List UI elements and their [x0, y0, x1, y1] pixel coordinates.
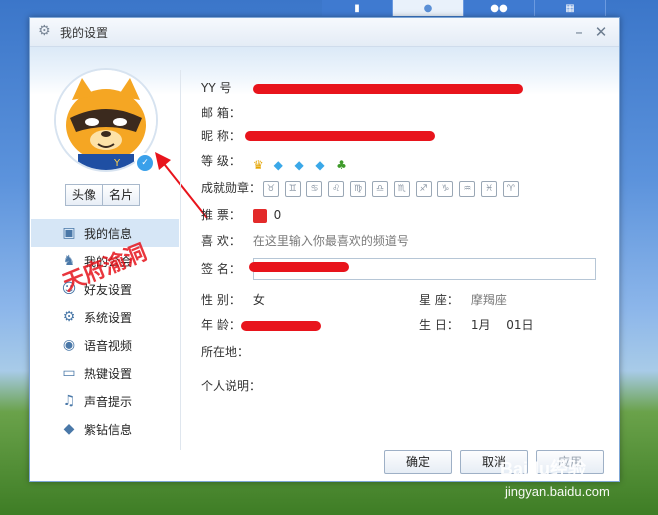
cancer-medal-icon[interactable]: ♋ [306, 180, 323, 197]
likes-input[interactable]: 在这里输入你最喜欢的频道号 [253, 234, 409, 248]
nickname-row: 昵 称： [201, 126, 249, 146]
baidu-watermark: Baidu经验 [500, 459, 587, 479]
gender-row: 性 别： 女 [201, 290, 265, 310]
minimize-button[interactable]: – [569, 22, 589, 42]
ok-button[interactable]: 确定 [384, 450, 452, 474]
diamond-icon: ◆ [63, 421, 75, 437]
sidebar-item-system-settings[interactable]: ⚙ 系统设置 [31, 303, 179, 331]
music-note-icon: ♫ [62, 393, 76, 409]
sidebar-item-label: 系统设置 [84, 310, 133, 325]
sidebar-item-label: 语音视频 [84, 338, 133, 353]
redaction-mark [241, 321, 321, 331]
leo-medal-icon[interactable]: ♌ [328, 180, 345, 197]
email-label: 邮 箱： [201, 106, 241, 120]
votes-row: 推 票： 0 [201, 205, 281, 225]
photo-tab-buttons: 头像 名片 [65, 184, 140, 206]
ticket-icon [252, 208, 267, 223]
diamond-icon: ◆ [294, 157, 304, 172]
yy-number-row: YY 号 [201, 78, 249, 98]
sagittarius-medal-icon[interactable]: ♐ [415, 180, 432, 197]
sidebar-item-label: 紫钻信息 [84, 422, 133, 437]
baidu-url-watermark: jingyan.baidu.com [505, 484, 610, 499]
card-tab-button[interactable]: 名片 [103, 184, 140, 206]
location-row: 所在地： [201, 342, 249, 362]
sidebar-item-label: 热键设置 [84, 366, 133, 381]
sidebar-item-hotkeys[interactable]: ▭ 热键设置 [31, 359, 179, 387]
taskbar-tab-apps-icon[interactable]: ▦ [535, 0, 606, 16]
libra-medal-icon[interactable]: ♎ [371, 180, 388, 197]
diamond-icon: ◆ [273, 157, 283, 172]
votes-value: 0 [273, 208, 282, 222]
sidebar-item-sound-alerts[interactable]: ♫ 声音提示 [31, 387, 179, 415]
gender-value: 女 [252, 293, 265, 307]
medals-row: 成就勋章： ♉ ♊ ♋ ♌ ♍ ♎ ♏ ♐ ♑ ♒ ♓ ♈ [201, 178, 521, 198]
aquarius-medal-icon[interactable]: ♒ [459, 180, 476, 197]
gemini-medal-icon[interactable]: ♊ [284, 180, 301, 197]
redaction-mark [245, 131, 435, 141]
constellation-row: 星 座： 摩羯座 [419, 290, 507, 310]
keyboard-icon: ▭ [62, 365, 76, 381]
title-bar: ⚙ 我的设置 – ✕ [30, 18, 619, 47]
panel-divider [180, 70, 181, 450]
yy-number-label: YY 号 [201, 81, 232, 95]
redaction-mark [249, 262, 349, 272]
nickname-label: 昵 称： [201, 129, 241, 143]
webcam-icon: ◉ [62, 337, 76, 353]
likes-label: 喜 欢： [201, 234, 241, 248]
scorpio-medal-icon[interactable]: ♏ [393, 180, 410, 197]
constellation-label: 星 座： [419, 293, 459, 307]
capricorn-medal-icon[interactable]: ♑ [437, 180, 454, 197]
sidebar-item-label: 声音提示 [84, 394, 133, 409]
votes-label: 推 票： [201, 208, 241, 222]
signature-label: 签 名： [201, 262, 241, 276]
svg-text:Y: Y [113, 158, 121, 169]
gear-icon: ⚙ [62, 309, 76, 325]
constellation-value: 摩羯座 [470, 293, 507, 307]
settings-window: ⚙ 我的设置 – ✕ Y ✓ 头像 名片 ▣ 我的信息 ♞ 我的公会 ☺ 好友设… [29, 17, 620, 482]
birthday-value: 1月 01日 [470, 318, 534, 332]
crown-icon: ♛ [252, 157, 264, 172]
gear-icon: ⚙ [38, 23, 51, 39]
sidebar-item-purple-diamond[interactable]: ◆ 紫钻信息 [31, 415, 179, 443]
pisces-medal-icon[interactable]: ♓ [481, 180, 498, 197]
birthday-row: 生 日： 1月 01日 [419, 315, 534, 335]
aries2-medal-icon[interactable]: ♈ [502, 180, 519, 197]
email-row: 邮 箱： [201, 103, 249, 123]
avatar-tab-button[interactable]: 头像 [65, 184, 103, 206]
level-row: 等 级： ♛ ◆ ◆ ◆ ♣ [201, 151, 353, 172]
desktop-taskbar-tabs: ▮ ● ●● ▦ [322, 0, 606, 16]
window-title: 我的设置 [60, 26, 109, 40]
clover-icon: ♣ [336, 157, 347, 172]
id-card-icon: ▣ [62, 225, 76, 241]
redaction-mark [253, 84, 523, 94]
taskbar-tab-user-icon[interactable]: ● [393, 0, 464, 16]
level-label: 等 级： [201, 154, 241, 168]
birthday-label: 生 日： [419, 318, 459, 332]
sidebar-item-voice-video[interactable]: ◉ 语音视频 [31, 331, 179, 359]
intro-row: 个人说明： [201, 376, 271, 396]
location-label: 所在地： [201, 345, 250, 359]
diamond-icon: ◆ [315, 157, 325, 172]
signature-row: 签 名： [201, 258, 596, 280]
likes-row: 喜 欢： 在这里输入你最喜欢的频道号 [201, 231, 409, 251]
virgo-medal-icon[interactable]: ♍ [350, 180, 367, 197]
aries-medal-icon[interactable]: ♉ [262, 180, 279, 197]
taskbar-tab-group-icon[interactable]: ●● [464, 0, 535, 16]
intro-label: 个人说明： [201, 379, 262, 393]
taskbar-tab-info-icon[interactable]: ▮ [322, 0, 393, 16]
sidebar-item-my-info[interactable]: ▣ 我的信息 [31, 219, 179, 247]
gender-label: 性 别： [201, 293, 241, 307]
medals-label: 成就勋章： [201, 181, 262, 195]
close-button[interactable]: ✕ [591, 22, 611, 42]
